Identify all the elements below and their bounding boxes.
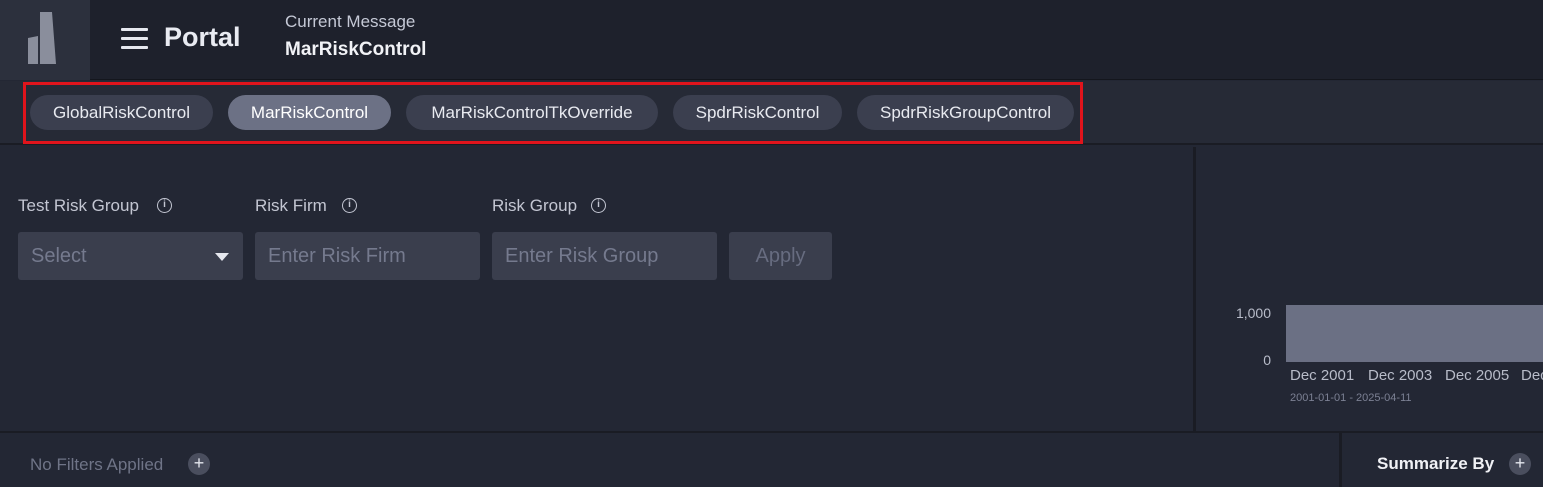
risk-group-input[interactable]: Enter Risk Group (492, 232, 717, 280)
info-icon[interactable]: i (342, 198, 357, 213)
current-message-value: MarRiskControl (285, 39, 427, 60)
histogram-chart (1286, 305, 1543, 362)
risk-firm-label: Risk Firm (255, 196, 327, 215)
chart-date-range: 2001-01-01 - 2025-04-11 (1290, 392, 1412, 404)
footer-bar (0, 433, 1543, 487)
risk-group-label: Risk Group (492, 196, 578, 215)
current-message-label: Current Message (285, 12, 416, 31)
top-bar: Portal Current Message MarRiskControl (0, 0, 1543, 80)
add-summarize-icon[interactable]: + (1509, 453, 1531, 475)
hamburger-menu-icon[interactable] (121, 28, 149, 50)
y-tick-label: 0 (1263, 352, 1271, 368)
app-logo[interactable] (0, 0, 90, 80)
summarize-by-label: Summarize By (1377, 454, 1495, 473)
select-value: Select (31, 245, 87, 267)
x-tick-label: Dec 2005 (1445, 367, 1510, 384)
chevron-down-icon (215, 253, 229, 261)
no-filters-label: No Filters Applied (30, 455, 164, 474)
app-title: Portal (164, 22, 241, 52)
x-tick-label: Dec (1521, 367, 1543, 384)
chart-bar (1286, 305, 1543, 362)
test-risk-group-label: Test Risk Group (18, 196, 139, 215)
test-risk-group-select[interactable]: Select (18, 232, 243, 280)
tabs-highlight-box (23, 82, 1083, 144)
filter-panel (0, 147, 1193, 431)
info-icon[interactable]: i (157, 198, 172, 213)
risk-firm-input[interactable]: Enter Risk Firm (255, 232, 480, 280)
logo-icon (28, 12, 56, 64)
y-tick-label: 1,000 (1235, 305, 1271, 321)
apply-button[interactable]: Apply (729, 232, 832, 280)
add-filter-icon[interactable]: + (188, 453, 210, 475)
footer-divider (1339, 433, 1342, 487)
x-tick-label: Dec 2003 (1368, 367, 1433, 384)
info-icon[interactable]: i (591, 198, 606, 213)
x-tick-label: Dec 2001 (1290, 367, 1355, 384)
